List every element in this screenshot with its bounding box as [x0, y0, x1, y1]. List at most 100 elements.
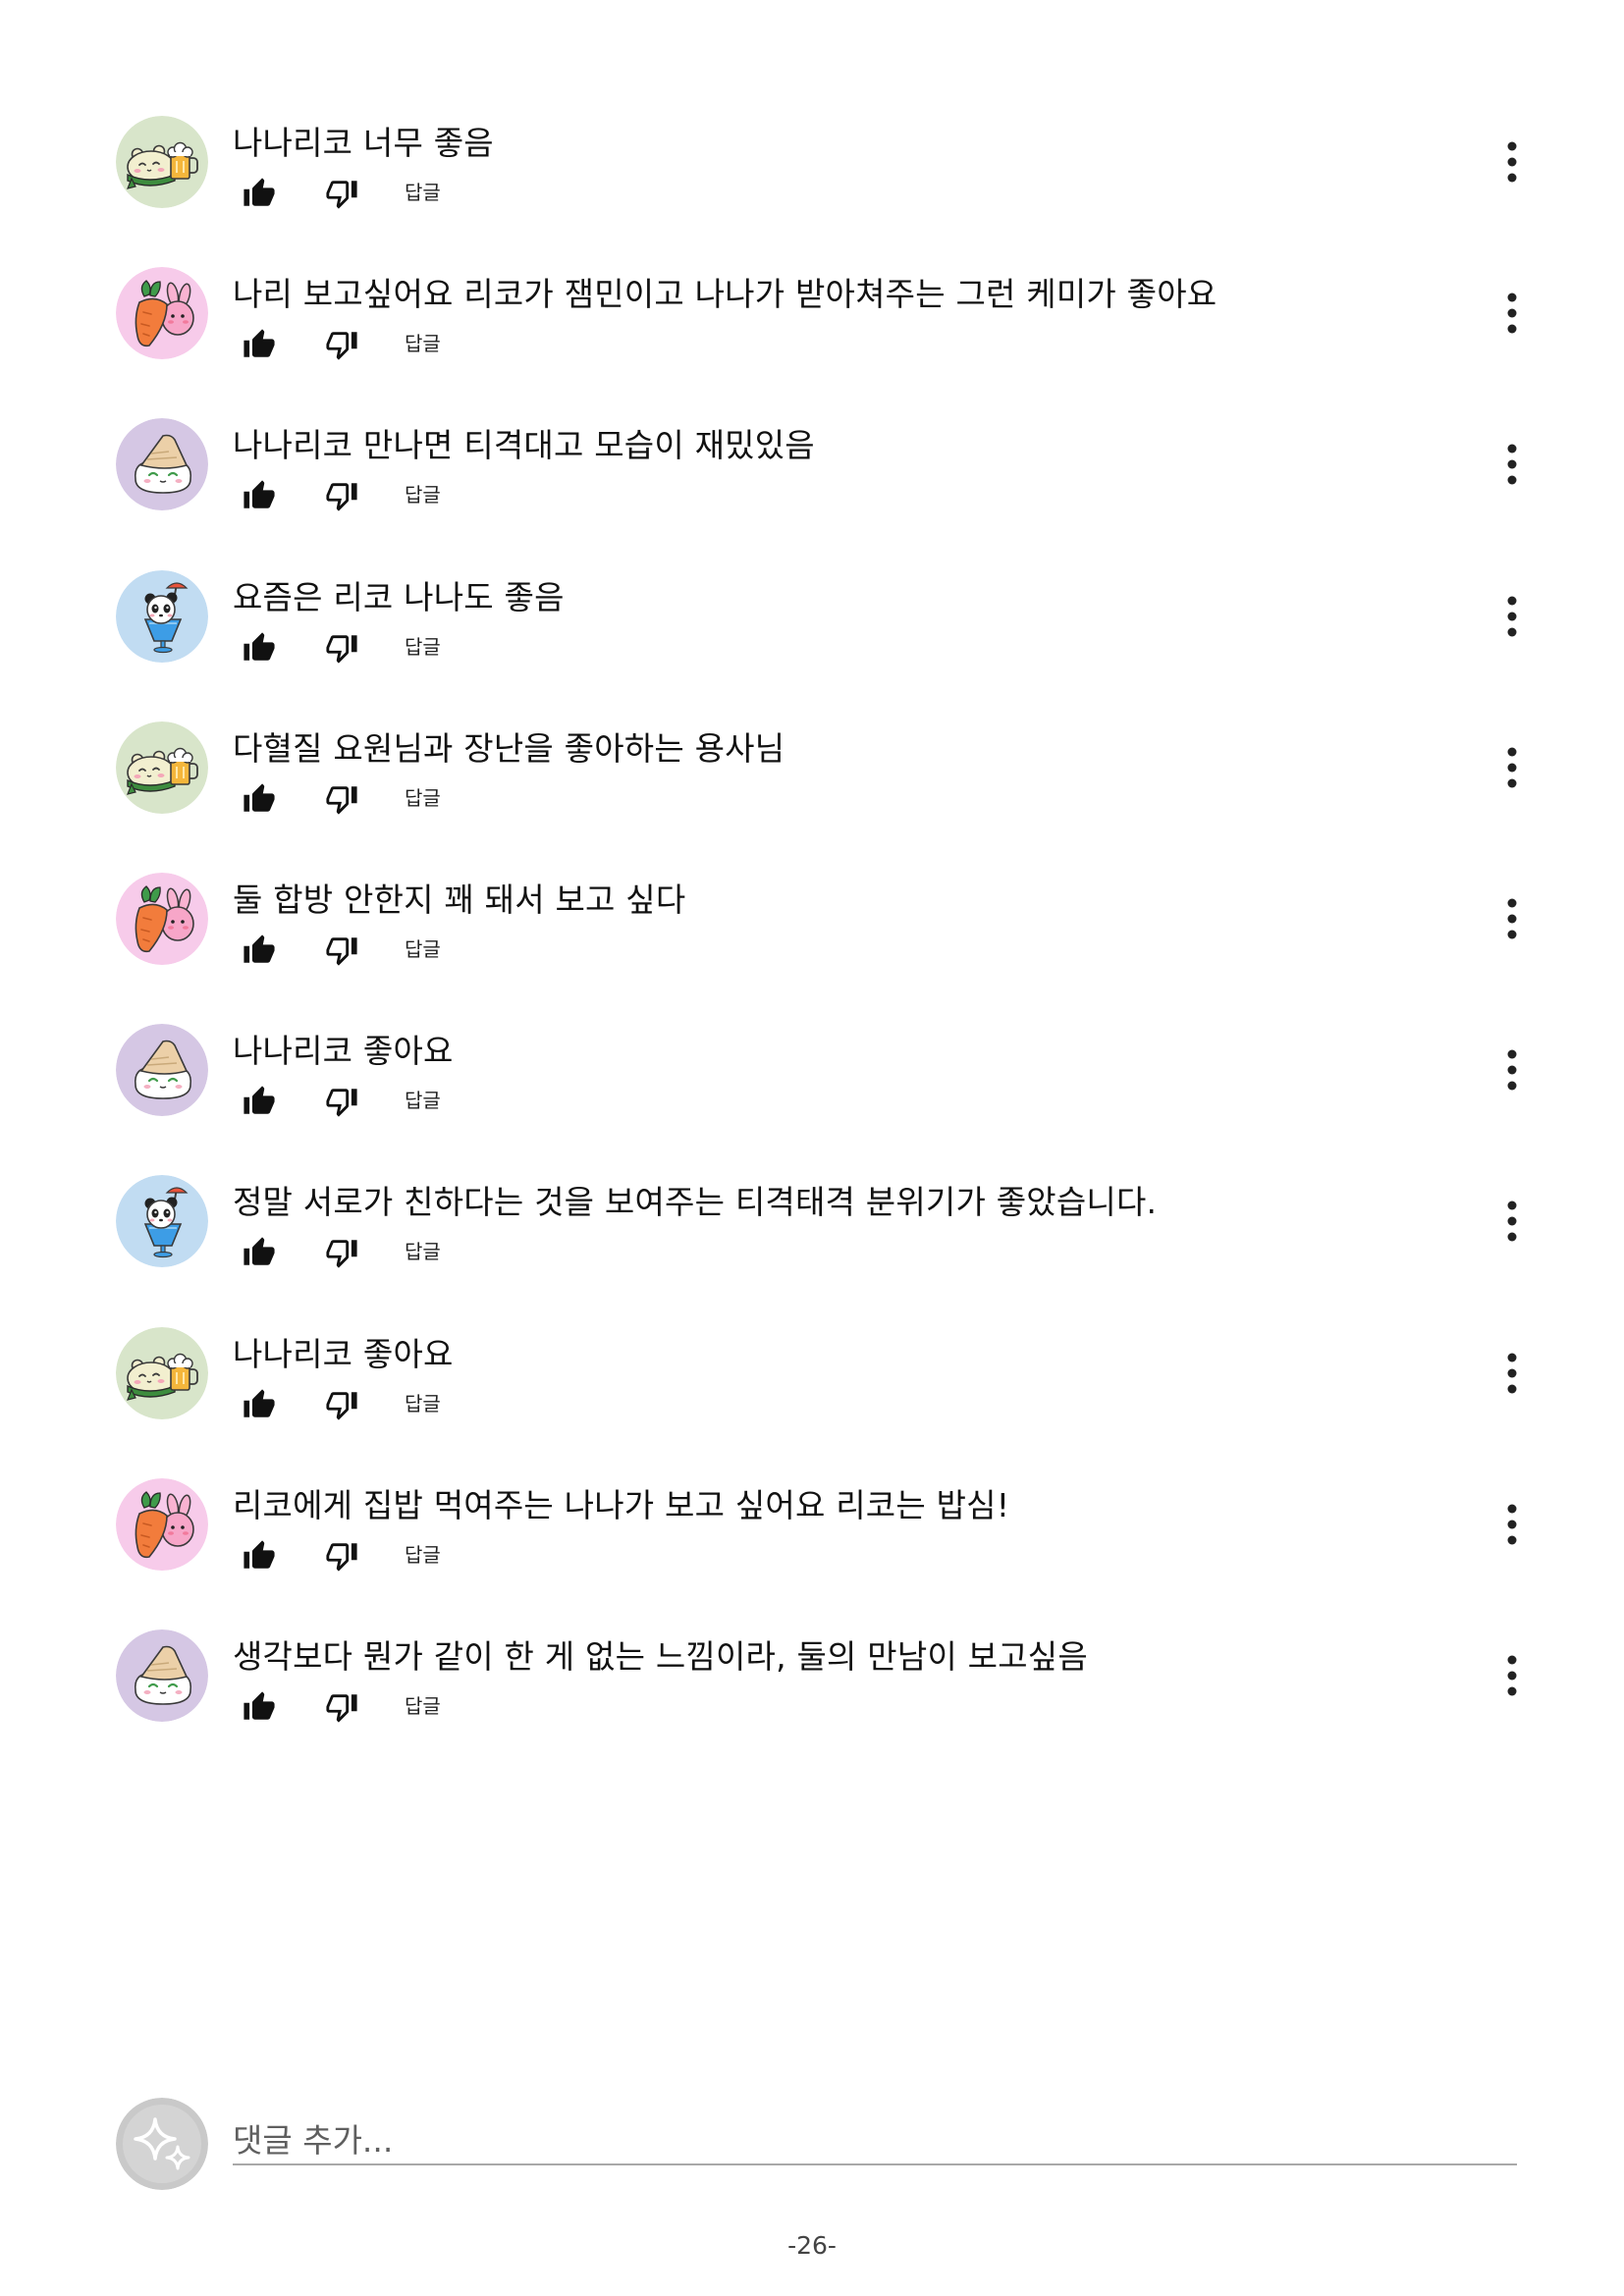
reply-button[interactable]: 답글	[405, 1392, 441, 1415]
thumbs-down-icon	[325, 934, 358, 967]
more-vert-icon	[1500, 741, 1524, 794]
thumbs-up-icon	[243, 328, 276, 361]
like-button[interactable]	[243, 177, 276, 210]
like-button[interactable]	[243, 1085, 276, 1118]
comment-list: 나나리코 너무 좋음 답글 나리 보고싶어요 리코가 잼민이고 나나가 받아쳐주…	[0, 116, 1624, 1781]
more-actions-button[interactable]	[1500, 438, 1524, 491]
commenter-avatar[interactable]	[116, 570, 208, 663]
like-button[interactable]	[243, 782, 276, 816]
commenter-avatar[interactable]	[116, 873, 208, 965]
like-button[interactable]	[243, 1539, 276, 1573]
like-button[interactable]	[243, 1236, 276, 1269]
commenter-avatar[interactable]	[116, 1175, 208, 1267]
commenter-avatar[interactable]	[116, 418, 208, 510]
like-button[interactable]	[243, 1388, 276, 1421]
thumbs-up-icon	[243, 1236, 276, 1269]
thumbs-down-icon	[325, 328, 358, 361]
more-vert-icon	[1500, 1043, 1524, 1096]
commenter-avatar[interactable]	[116, 267, 208, 359]
like-button[interactable]	[243, 1690, 276, 1724]
comment-item: 나나리코 좋아요 답글	[0, 1024, 1624, 1175]
more-actions-button[interactable]	[1500, 1498, 1524, 1551]
more-actions-button[interactable]	[1500, 135, 1524, 188]
commenter-avatar[interactable]	[116, 1629, 208, 1722]
like-button[interactable]	[243, 328, 276, 361]
like-button[interactable]	[243, 631, 276, 665]
more-actions-button[interactable]	[1500, 1347, 1524, 1400]
more-vert-icon	[1500, 1195, 1524, 1248]
thumbs-down-icon	[325, 631, 358, 665]
comment-item: 나리 보고싶어요 리코가 잼민이고 나나가 받아쳐주는 그런 케미가 좋아요 답…	[0, 267, 1624, 418]
commenter-avatar[interactable]	[116, 1024, 208, 1116]
comment-text: 리코에게 집밥 먹여주는 나나가 보고 싶어요 리코는 밥심!	[233, 1485, 1010, 1524]
comment-item: 리코에게 집밥 먹여주는 나나가 보고 싶어요 리코는 밥심! 답글	[0, 1478, 1624, 1629]
dislike-button[interactable]	[325, 1539, 358, 1573]
commenter-avatar[interactable]	[116, 721, 208, 814]
dislike-button[interactable]	[325, 177, 358, 210]
thumbs-down-icon	[325, 1236, 358, 1269]
comment-item: 둘 합방 안한지 꽤 돼서 보고 싶다 답글	[0, 873, 1624, 1024]
more-vert-icon	[1500, 1347, 1524, 1400]
like-button[interactable]	[243, 479, 276, 512]
reply-button[interactable]: 답글	[405, 1240, 441, 1263]
more-vert-icon	[1500, 590, 1524, 643]
dislike-button[interactable]	[325, 934, 358, 967]
panda-drink-avatar-icon	[116, 570, 208, 663]
dislike-button[interactable]	[325, 479, 358, 512]
hamster-beer-avatar-icon	[116, 1327, 208, 1419]
comment-text: 정말 서로가 친하다는 것을 보여주는 티격태격 분위기가 좋았습니다.	[233, 1183, 1158, 1222]
thumbs-down-icon	[325, 1690, 358, 1724]
carrot-bunny-avatar-icon	[116, 267, 208, 359]
hamster-beer-avatar-icon	[116, 116, 208, 208]
add-comment-input[interactable]	[233, 2116, 1517, 2165]
thumbs-down-icon	[325, 782, 358, 816]
reply-button[interactable]: 답글	[405, 1089, 441, 1112]
more-actions-button[interactable]	[1500, 590, 1524, 643]
comment-text: 나나리코 만나면 티격대고 모습이 재밌있음	[233, 426, 815, 465]
comment-item: 나나리코 너무 좋음 답글	[0, 116, 1624, 267]
comment-text: 나리 보고싶어요 리코가 잼민이고 나나가 받아쳐주는 그런 케미가 좋아요	[233, 275, 1218, 314]
dislike-button[interactable]	[325, 1236, 358, 1269]
thumbs-up-icon	[243, 782, 276, 816]
comment-item: 요즘은 리코 나나도 좋음 답글	[0, 570, 1624, 721]
thumbs-up-icon	[243, 1690, 276, 1724]
commenter-avatar[interactable]	[116, 1327, 208, 1419]
more-vert-icon	[1500, 1649, 1524, 1702]
reply-button[interactable]: 답글	[405, 937, 441, 961]
more-actions-button[interactable]	[1500, 1195, 1524, 1248]
like-button[interactable]	[243, 934, 276, 967]
thumbs-up-icon	[243, 177, 276, 210]
riceball-avatar-icon	[116, 418, 208, 510]
more-actions-button[interactable]	[1500, 287, 1524, 340]
reply-button[interactable]: 답글	[405, 181, 441, 204]
more-actions-button[interactable]	[1500, 741, 1524, 794]
dislike-button[interactable]	[325, 1085, 358, 1118]
commenter-avatar[interactable]	[116, 116, 208, 208]
dislike-button[interactable]	[325, 631, 358, 665]
dislike-button[interactable]	[325, 782, 358, 816]
more-actions-button[interactable]	[1500, 1649, 1524, 1702]
dislike-button[interactable]	[325, 328, 358, 361]
thumbs-down-icon	[325, 177, 358, 210]
more-actions-button[interactable]	[1500, 892, 1524, 945]
thumbs-up-icon	[243, 479, 276, 512]
thumbs-up-icon	[243, 1388, 276, 1421]
reply-button[interactable]: 답글	[405, 635, 441, 659]
comment-item: 정말 서로가 친하다는 것을 보여주는 티격태격 분위기가 좋았습니다. 답글	[0, 1175, 1624, 1326]
reply-button[interactable]: 답글	[405, 1543, 441, 1567]
page-number: -26-	[787, 2231, 837, 2260]
more-vert-icon	[1500, 287, 1524, 340]
thumbs-down-icon	[325, 479, 358, 512]
dislike-button[interactable]	[325, 1690, 358, 1724]
more-actions-button[interactable]	[1500, 1043, 1524, 1096]
reply-button[interactable]: 답글	[405, 332, 441, 355]
reply-button[interactable]: 답글	[405, 483, 441, 507]
carrot-bunny-avatar-icon	[116, 873, 208, 965]
dislike-button[interactable]	[325, 1388, 358, 1421]
thumbs-down-icon	[325, 1085, 358, 1118]
reply-button[interactable]: 답글	[405, 1694, 441, 1718]
more-vert-icon	[1500, 1498, 1524, 1551]
comment-text: 요즘은 리코 나나도 좋음	[233, 577, 565, 616]
reply-button[interactable]: 답글	[405, 786, 441, 810]
commenter-avatar[interactable]	[116, 1478, 208, 1571]
